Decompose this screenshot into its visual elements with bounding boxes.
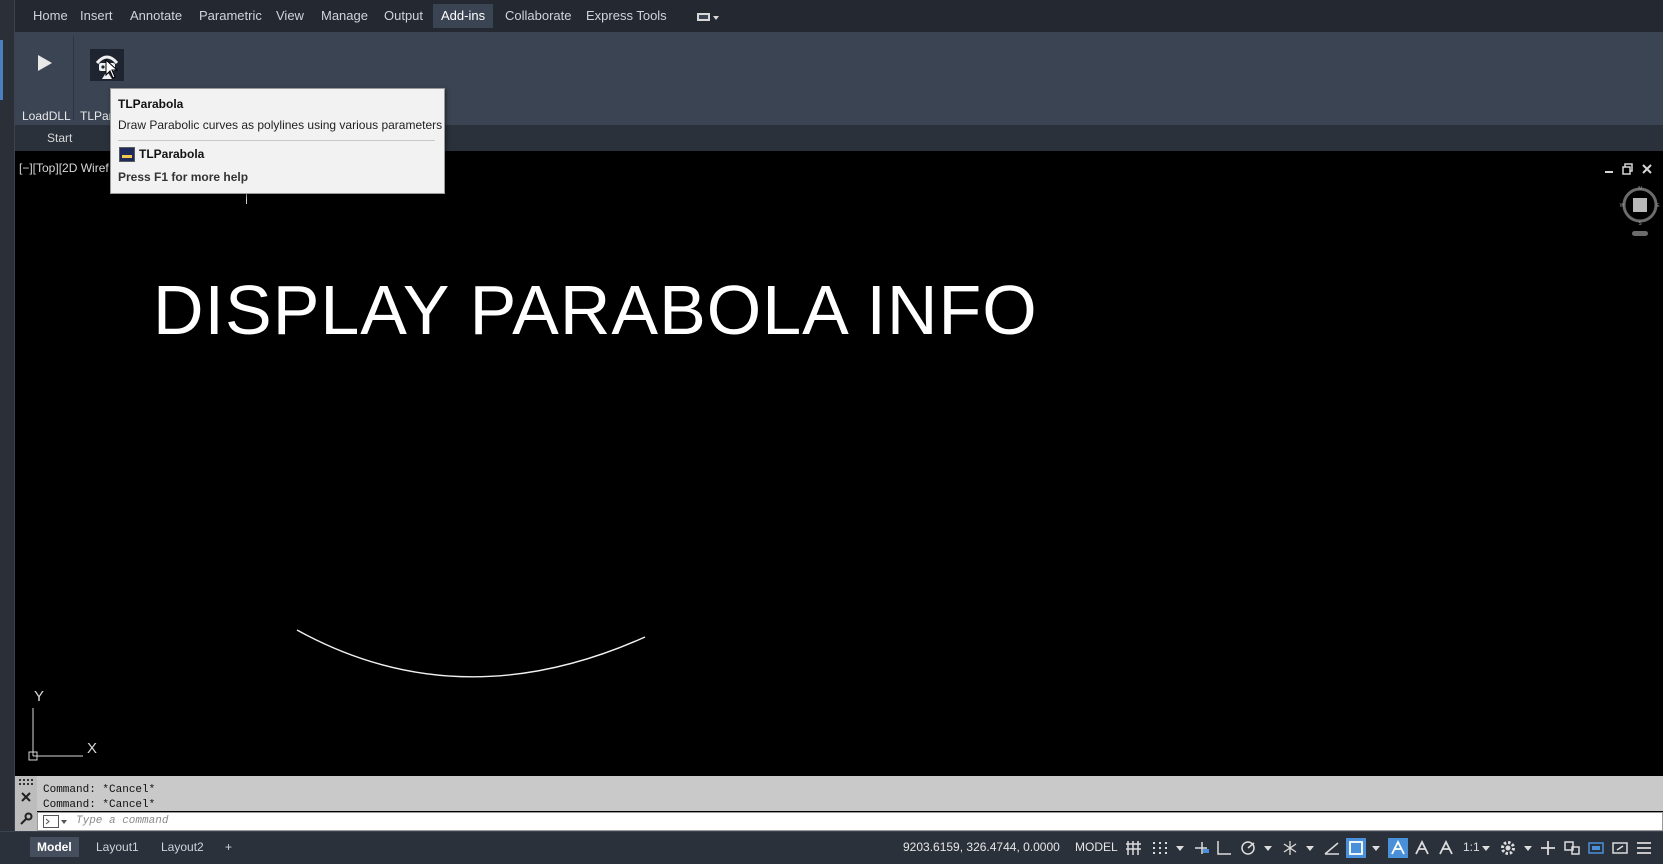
tab-output[interactable]: Output [376,4,431,28]
command-line-side-panel [15,776,37,831]
tooltip-command-name: TLParabola [139,147,205,161]
load-dll-button[interactable]: LoadDLL [17,32,71,125]
isodraft-dropdown-icon[interactable] [1300,838,1320,858]
model-space-button[interactable]: MODEL [1075,840,1118,854]
tooltip-title: TLParabola [118,97,184,111]
fullscreen-icon[interactable] [1610,838,1630,858]
tab-annotate[interactable]: Annotate [122,4,190,28]
command-history-line: Command: *Cancel* [43,784,156,796]
svg-text:N: N [1638,186,1642,192]
command-input[interactable]: Type a command [37,812,1663,831]
drawing-text[interactable]: DISPLAY PARABOLA INFO [153,270,1038,350]
infer-constraints-icon[interactable] [1192,838,1212,858]
tab-parametric[interactable]: Parametric [191,4,270,28]
tab-insert[interactable]: Insert [72,4,121,28]
left-edge-strip [0,0,15,863]
auto-scale-icon[interactable] [1412,838,1432,858]
workspace-switch-dropdown[interactable] [696,9,722,25]
hardware-acceleration-icon[interactable] [1586,838,1606,858]
file-tab-start[interactable]: Start [35,125,84,151]
left-strip-marker [0,40,3,100]
viewcube-icon[interactable]: N S W E [1618,185,1662,241]
annotation-visibility-icon[interactable] [1388,838,1408,858]
viewport-close-icon[interactable] [1640,163,1654,178]
snap-icon[interactable] [1150,838,1170,858]
svg-text:E: E [1656,203,1660,209]
mouse-cursor-icon [105,59,119,79]
close-icon[interactable] [20,791,32,803]
command-input-placeholder: Type a command [76,815,169,827]
ribbon-tab-bar: Home Insert Annotate Parametric View Man… [15,0,1663,32]
isodraft-icon[interactable] [1280,838,1300,858]
add-layout-button[interactable]: + [218,837,239,857]
ortho-icon[interactable] [1214,838,1234,858]
customization-menu-icon[interactable] [1634,838,1654,858]
polar-tracking-icon[interactable] [1238,838,1258,858]
snap-dropdown-icon[interactable] [1170,838,1190,858]
plus-icon[interactable] [1538,838,1558,858]
ribbon-separator [73,36,74,120]
tab-home[interactable]: Home [25,4,76,28]
command-history-line: Command: *Cancel* [43,799,156,811]
command-history: Command: *Cancel* Command: *Cancel* [15,776,1663,811]
parabola-curve[interactable] [290,620,650,680]
polar-dropdown-icon[interactable] [1258,838,1278,858]
object-snap-tracking-icon[interactable] [1322,838,1342,858]
tab-view[interactable]: View [268,4,312,28]
isolate-objects-icon[interactable] [1562,838,1582,858]
ucs-x-label: X [87,740,98,757]
tab-express-tools[interactable]: Express Tools [578,4,675,28]
annotation-scale-dropdown-icon[interactable] [1476,838,1496,858]
grip-icon[interactable] [19,778,35,786]
tooltip-divider [118,140,435,141]
annotation-scale-icon[interactable] [1436,838,1456,858]
tab-manage[interactable]: Manage [313,4,376,28]
drawing-canvas[interactable] [15,151,1663,774]
tooltip-help-text: Press F1 for more help [118,170,249,184]
viewport-controls-label[interactable]: [−][Top][2D Wiref [19,161,109,175]
grid-icon[interactable] [1124,838,1144,858]
command-window-icon [119,147,135,162]
load-dll-label: LoadDLL [22,109,71,123]
command-tooltip: TLParabola Draw Parabolic curves as poly… [110,88,445,194]
layout-tab-layout2[interactable]: Layout2 [154,837,211,857]
coordinates-readout[interactable]: 9203.6159, 326.4744, 0.0000 [903,840,1060,854]
gear-icon[interactable] [1498,838,1518,858]
object-snap-icon[interactable] [1346,838,1366,858]
play-icon [38,55,52,71]
layout-tab-layout1[interactable]: Layout1 [89,837,146,857]
tab-add-ins[interactable]: Add-ins [433,4,494,28]
viewport-restore-icon[interactable] [1621,163,1635,178]
object-snap-dropdown-icon[interactable] [1366,838,1386,858]
viewport-minimize-icon[interactable] [1602,163,1616,178]
tab-collaborate[interactable]: Collaborate [497,4,580,28]
layout-tab-model[interactable]: Model [30,837,79,857]
svg-text:W: W [1620,203,1625,209]
status-bar: Model Layout1 Layout2 + 9203.6159, 326.4… [0,831,1663,864]
command-prompt-icon[interactable] [43,815,69,828]
workspace-dropdown-icon[interactable] [1518,838,1538,858]
wrench-icon[interactable] [19,812,33,826]
tooltip-description: Draw Parabolic curves as polylines using… [118,118,443,132]
ucs-y-label: Y [34,688,45,705]
